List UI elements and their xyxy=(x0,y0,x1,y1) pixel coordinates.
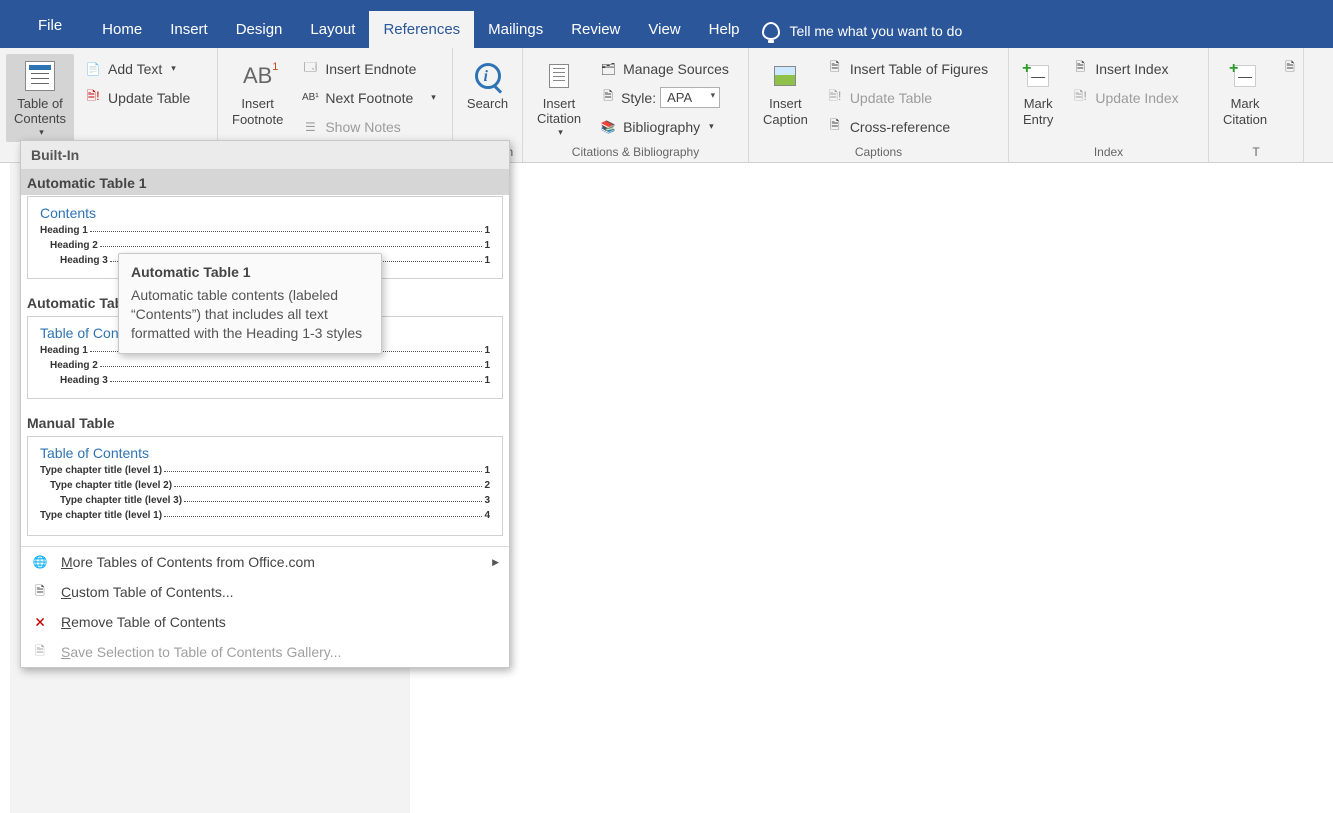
insert-caption-button[interactable]: Insert Caption xyxy=(755,54,816,142)
remove-toc[interactable]: 🗙 Remove Table of Contents xyxy=(21,607,509,637)
gallery-footer: 🌐 More Tables of Contents from Office.co… xyxy=(21,546,509,667)
tab-help[interactable]: Help xyxy=(695,11,754,48)
doc-icon: 🗎 xyxy=(31,583,49,601)
bibliography-icon: 📚 xyxy=(599,118,617,136)
ribbon-tabs: Home Insert Design Layout References Mai… xyxy=(88,11,753,48)
tab-insert[interactable]: Insert xyxy=(156,11,222,48)
add-text-icon: 📄 xyxy=(84,60,102,78)
insert-endnote-button[interactable]: 🗔 Insert Endnote xyxy=(295,54,441,83)
mark-entry-icon: +— xyxy=(1027,65,1049,87)
custom-toc[interactable]: 🗎 Custom Table of Contents... xyxy=(21,577,509,607)
update-table-icon: 🗎! xyxy=(84,89,102,107)
style-dropdown[interactable]: APA xyxy=(660,87,720,108)
tab-layout[interactable]: Layout xyxy=(296,11,369,48)
save-icon: 🗎 xyxy=(31,643,49,661)
update-table-button[interactable]: 🗎! Update Table xyxy=(78,83,196,112)
web-icon: 🌐 xyxy=(31,553,49,571)
group-label-captions: Captions xyxy=(755,143,1002,162)
group-citations: Insert Citation ▾ 🗂 Manage Sources 🗎 Sty… xyxy=(523,48,749,162)
group-label-index: Index xyxy=(1015,143,1202,162)
group-label-citations: Citations & Bibliography xyxy=(529,143,742,162)
search-button[interactable]: i Search xyxy=(459,54,516,142)
authorities-icon: 🗎 xyxy=(1285,60,1295,78)
table-of-contents-button[interactable]: Table of Contents ▾ xyxy=(6,54,74,142)
insert-table-figures-button[interactable]: 🗎 Insert Table of Figures xyxy=(820,54,994,83)
insert-citation-button[interactable]: Insert Citation ▾ xyxy=(529,54,589,142)
show-notes-button[interactable]: ☰ Show Notes xyxy=(295,112,441,141)
tell-me-placeholder: Tell me what you want to do xyxy=(790,23,963,39)
next-footnote-icon: AB¹ xyxy=(301,89,319,107)
style-icon: 🗎 xyxy=(599,89,617,107)
update-index-icon: 🗎! xyxy=(1071,89,1089,107)
add-text-button[interactable]: 📄 Add Text▾ xyxy=(78,54,196,83)
update-figures-icon: 🗎! xyxy=(826,89,844,107)
lightbulb-icon xyxy=(762,22,780,40)
table-figures-icon: 🗎 xyxy=(826,60,844,78)
group-authorities: +— Mark Citation 🗎 T xyxy=(1209,48,1304,162)
tab-home[interactable]: Home xyxy=(88,11,156,48)
tooltip-auto-table-1: Automatic Table 1 Automatic table conten… xyxy=(118,253,382,354)
chevron-right-icon: ▶ xyxy=(492,557,499,568)
insert-index-button[interactable]: 🗎 Insert Index xyxy=(1065,54,1184,83)
cross-reference-button[interactable]: 🗎 Cross-reference xyxy=(820,112,994,141)
chevron-down-icon: ▾ xyxy=(558,127,563,138)
update-table-figures-button[interactable]: 🗎! Update Table xyxy=(820,83,994,112)
remove-icon: 🗙 xyxy=(31,613,49,631)
footnote-icon: AB1 xyxy=(243,63,272,89)
insert-authorities-button[interactable]: 🗎 xyxy=(1279,54,1297,83)
more-tables-online[interactable]: 🌐 More Tables of Contents from Office.co… xyxy=(21,547,509,577)
group-index: +— Mark Entry 🗎 Insert Index 🗎! Update I… xyxy=(1009,48,1209,162)
citation-style-select[interactable]: 🗎 Style: APA xyxy=(593,83,735,112)
save-selection-toc: 🗎 Save Selection to Table of Contents Ga… xyxy=(21,637,509,667)
update-index-button[interactable]: 🗎! Update Index xyxy=(1065,83,1184,112)
gallery-item-auto-table-1[interactable]: Automatic Table 1 xyxy=(21,169,509,195)
insert-footnote-button[interactable]: AB1 Insert Footnote xyxy=(224,54,291,142)
tab-mailings[interactable]: Mailings xyxy=(474,11,557,48)
tooltip-body: Automatic table contents (labeled “Conte… xyxy=(131,286,369,343)
tab-design[interactable]: Design xyxy=(222,11,297,48)
group-label-authorities: T xyxy=(1215,143,1297,162)
menubar: File Home Insert Design Layout Reference… xyxy=(0,0,1333,48)
file-menu[interactable]: File xyxy=(22,11,78,48)
citation-icon xyxy=(549,64,569,88)
toc-icon xyxy=(25,61,55,91)
manage-sources-button[interactable]: 🗂 Manage Sources xyxy=(593,54,735,83)
endnote-icon: 🗔 xyxy=(301,60,319,78)
search-icon: i xyxy=(475,63,501,89)
manage-sources-icon: 🗂 xyxy=(599,60,617,78)
cross-reference-icon: 🗎 xyxy=(826,118,844,136)
mark-entry-button[interactable]: +— Mark Entry xyxy=(1015,54,1061,142)
gallery-header-builtin: Built-In xyxy=(21,141,509,169)
tab-view[interactable]: View xyxy=(634,11,694,48)
group-captions: Insert Caption 🗎 Insert Table of Figures… xyxy=(749,48,1009,162)
bibliography-button[interactable]: 📚 Bibliography▾ xyxy=(593,112,735,141)
tell-me-search[interactable]: Tell me what you want to do xyxy=(762,22,963,48)
mark-citation-icon: +— xyxy=(1234,65,1256,87)
caption-icon xyxy=(774,66,796,86)
tab-review[interactable]: Review xyxy=(557,11,634,48)
mark-citation-button[interactable]: +— Mark Citation xyxy=(1215,54,1275,142)
tab-references[interactable]: References xyxy=(369,11,474,48)
show-notes-icon: ☰ xyxy=(301,118,319,136)
tooltip-title: Automatic Table 1 xyxy=(131,264,369,280)
next-footnote-button[interactable]: AB¹ Next Footnote▾ xyxy=(295,83,441,112)
chevron-down-icon: ▾ xyxy=(39,127,44,138)
insert-index-icon: 🗎 xyxy=(1071,60,1089,78)
gallery-preview-3[interactable]: Table of Contents Type chapter title (le… xyxy=(27,436,503,536)
toc-gallery-dropdown: Built-In Automatic Table 1 Contents Head… xyxy=(20,140,510,668)
gallery-item-manual-table[interactable]: Manual Table xyxy=(21,409,509,435)
